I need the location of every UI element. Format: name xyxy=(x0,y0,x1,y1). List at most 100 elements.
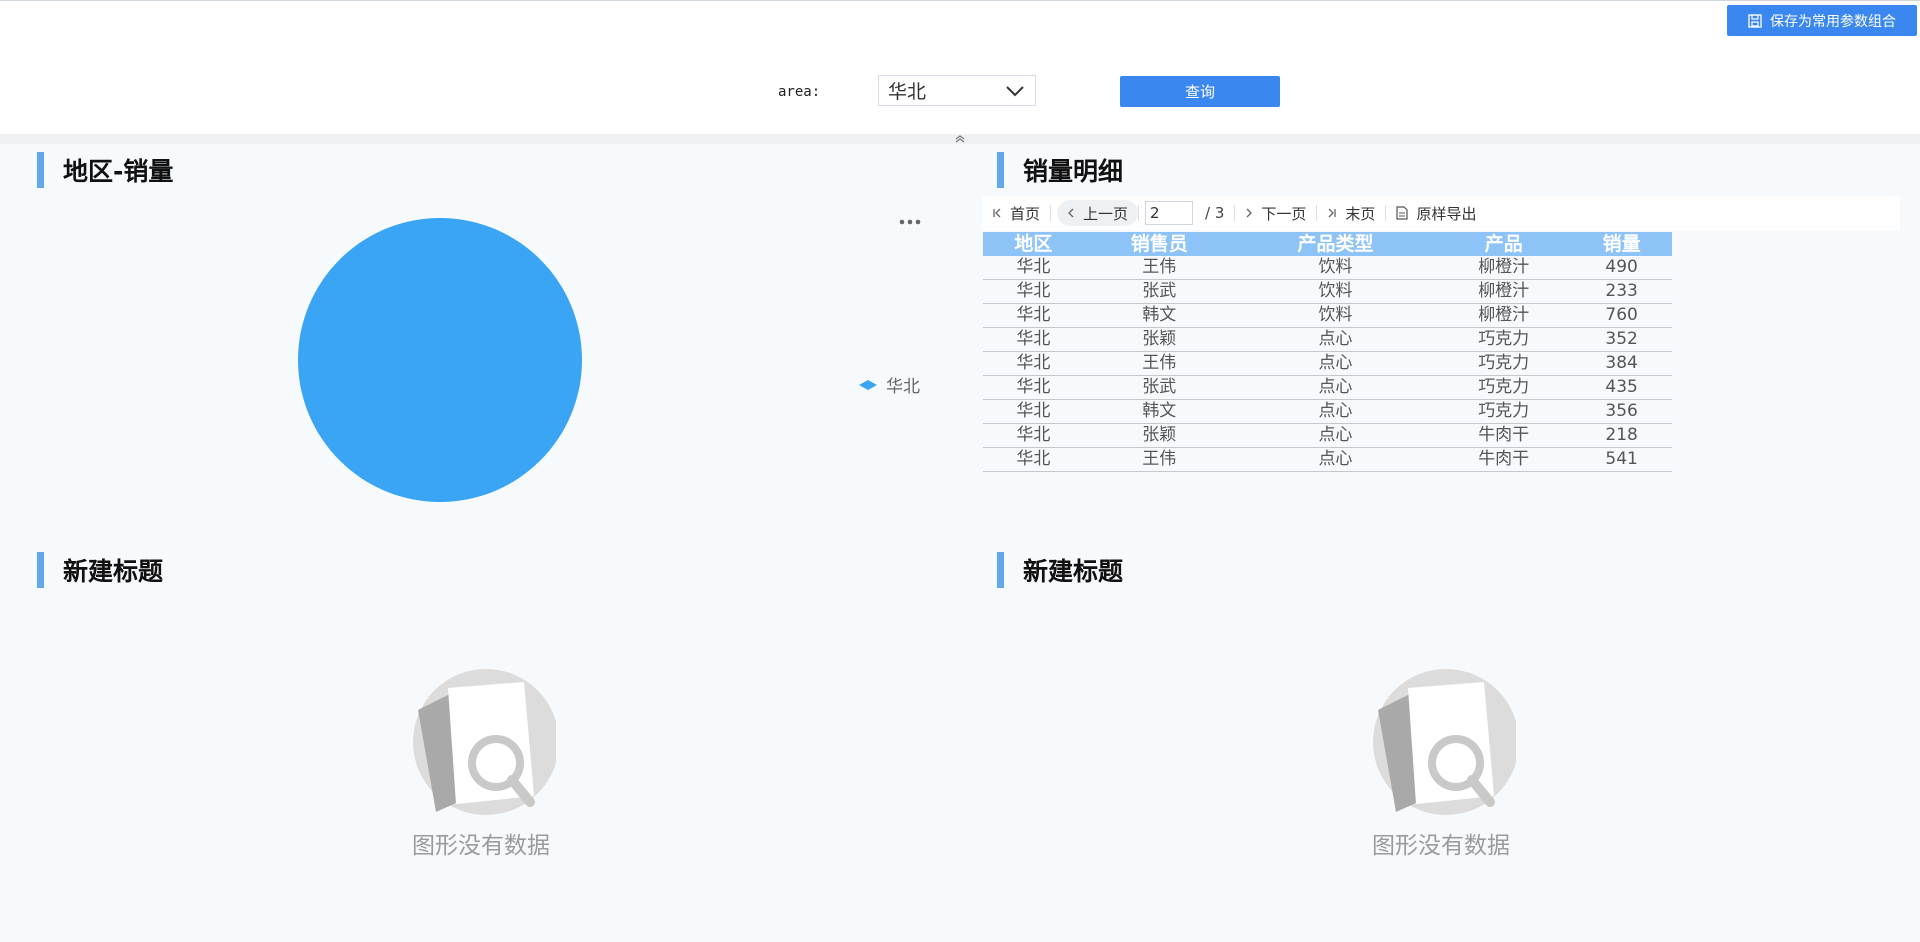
separator xyxy=(1138,205,1140,221)
sales-detail-table: 地区 销售员 产品类型 产品 销量 华北 王伟 饮料 柳橙汁 490 华北 张武 饮料 柳橙汁 2… xyxy=(983,232,1672,472)
table-cell: 华北 xyxy=(983,447,1084,472)
save-params-label: 保存为常用参数组合 xyxy=(1770,13,1896,30)
table-cell: 张武 xyxy=(1083,375,1235,400)
column-header: 地区 xyxy=(983,232,1084,256)
table-cell: 356 xyxy=(1571,399,1672,424)
area-select[interactable]: 华北 xyxy=(878,75,1036,106)
table-cell: 韩文 xyxy=(1083,399,1235,424)
export-document-icon xyxy=(1396,206,1409,220)
query-button[interactable]: 查询 xyxy=(1120,76,1280,107)
table-cell: 巧克力 xyxy=(1436,351,1572,376)
table-cell: 华北 xyxy=(983,399,1084,424)
first-page-label: 首页 xyxy=(1010,204,1041,223)
export-button[interactable]: 原样导出 xyxy=(1386,200,1486,226)
table-row: 华北 张武 点心 巧克力 435 xyxy=(983,375,1672,400)
right-empty-title-text: 新建标题 xyxy=(1023,557,1124,586)
table-cell: 柳橙汁 xyxy=(1436,256,1572,280)
table-cell: 王伟 xyxy=(1083,351,1235,376)
table-row: 华北 王伟 饮料 柳橙汁 490 xyxy=(983,256,1672,280)
legend-marker-icon xyxy=(859,379,877,390)
table-cell: 760 xyxy=(1571,303,1672,328)
separator xyxy=(1050,205,1052,221)
table-cell: 541 xyxy=(1571,447,1672,472)
pie-panel-title: 地区-销量 xyxy=(37,152,173,188)
table-cell: 218 xyxy=(1571,423,1672,448)
table-cell: 柳橙汁 xyxy=(1436,303,1572,328)
table-cell: 点心 xyxy=(1234,327,1437,352)
table-header-row: 地区 销售员 产品类型 产品 销量 xyxy=(983,232,1672,256)
pagination-bar: 首页 上一页 / 3 下一页 末页 原样导出 xyxy=(982,196,1900,230)
table-cell: 华北 xyxy=(983,423,1084,448)
table-cell: 张颖 xyxy=(1083,423,1235,448)
table-row: 华北 韩文 饮料 柳橙汁 760 xyxy=(983,303,1672,328)
no-data-message: 图形没有数据 xyxy=(1372,833,1510,859)
table-row: 华北 王伟 点心 牛肉干 541 xyxy=(983,447,1672,472)
table-cell: 韩文 xyxy=(1083,303,1235,328)
prev-page-label: 上一页 xyxy=(1083,204,1129,223)
table-cell: 饮料 xyxy=(1234,279,1437,304)
column-header: 销量 xyxy=(1571,232,1672,256)
page-total: / 3 xyxy=(1205,204,1225,222)
table-cell: 384 xyxy=(1571,351,1672,376)
table-cell: 233 xyxy=(1571,279,1672,304)
table-cell: 王伟 xyxy=(1083,256,1235,280)
table-cell: 巧克力 xyxy=(1436,327,1572,352)
table-cell: 点心 xyxy=(1234,351,1437,376)
table-row: 华北 张武 饮料 柳橙汁 233 xyxy=(983,279,1672,304)
title-accent-bar xyxy=(37,552,44,588)
first-page-button[interactable]: 首页 xyxy=(982,200,1050,226)
table-cell: 华北 xyxy=(983,375,1084,400)
legend-label: 华北 xyxy=(886,377,920,397)
last-page-icon xyxy=(1328,208,1337,218)
column-header: 产品类型 xyxy=(1234,232,1437,256)
area-label: area: xyxy=(778,84,821,100)
no-data-message: 图形没有数据 xyxy=(412,833,550,859)
table-cell: 饮料 xyxy=(1234,303,1437,328)
title-accent-bar xyxy=(997,152,1004,188)
right-empty-panel-title: 新建标题 xyxy=(997,552,1123,588)
left-no-data-placeholder: 图形没有数据 xyxy=(401,666,561,860)
title-accent-bar xyxy=(37,152,44,188)
table-cell: 352 xyxy=(1571,327,1672,352)
table-cell: 饮料 xyxy=(1234,256,1437,280)
table-cell: 华北 xyxy=(983,279,1084,304)
table-cell: 490 xyxy=(1571,256,1672,280)
table-cell: 柳橙汁 xyxy=(1436,279,1572,304)
table-cell: 435 xyxy=(1571,375,1672,400)
table-row: 华北 王伟 点心 巧克力 384 xyxy=(983,351,1672,376)
collapse-up-icon[interactable] xyxy=(953,134,967,144)
table-cell: 张颖 xyxy=(1083,327,1235,352)
table-cell: 牛肉干 xyxy=(1436,423,1572,448)
save-params-button[interactable]: 保存为常用参数组合 xyxy=(1727,5,1917,36)
table-cell: 牛肉干 xyxy=(1436,447,1572,472)
table-cell: 点心 xyxy=(1234,423,1437,448)
table-cell: 巧克力 xyxy=(1436,399,1572,424)
more-icon[interactable] xyxy=(898,212,922,232)
export-label: 原样导出 xyxy=(1416,204,1477,223)
table-row: 华北 张颖 点心 巧克力 352 xyxy=(983,327,1672,352)
column-header: 销售员 xyxy=(1083,232,1235,256)
pie-legend-item[interactable]: 华北 xyxy=(858,372,920,397)
left-empty-panel-title: 新建标题 xyxy=(37,552,163,588)
table-cell: 华北 xyxy=(983,256,1084,280)
table-cell: 王伟 xyxy=(1083,447,1235,472)
parameter-bar: 保存为常用参数组合 area: 华北 查询 xyxy=(0,1,1920,134)
no-data-illustration-icon xyxy=(413,669,559,815)
table-cell: 点心 xyxy=(1234,399,1437,424)
prev-page-button[interactable]: 上一页 xyxy=(1057,200,1139,226)
column-header: 产品 xyxy=(1436,232,1572,256)
last-page-button[interactable]: 末页 xyxy=(1317,200,1385,226)
pie-slice-华北[interactable] xyxy=(298,218,582,502)
table-cell: 华北 xyxy=(983,327,1084,352)
left-empty-title-text: 新建标题 xyxy=(63,557,164,586)
right-no-data-placeholder: 图形没有数据 xyxy=(1361,666,1521,860)
table-cell: 华北 xyxy=(983,351,1084,376)
first-page-icon xyxy=(993,208,1001,218)
title-accent-bar xyxy=(997,552,1004,588)
table-row: 华北 张颖 点心 牛肉干 218 xyxy=(983,423,1672,448)
page-number-input[interactable] xyxy=(1145,201,1194,225)
table-cell: 点心 xyxy=(1234,447,1437,472)
no-data-illustration-icon xyxy=(1373,669,1519,815)
next-page-button[interactable]: 下一页 xyxy=(1235,200,1316,226)
save-icon xyxy=(1748,13,1762,28)
